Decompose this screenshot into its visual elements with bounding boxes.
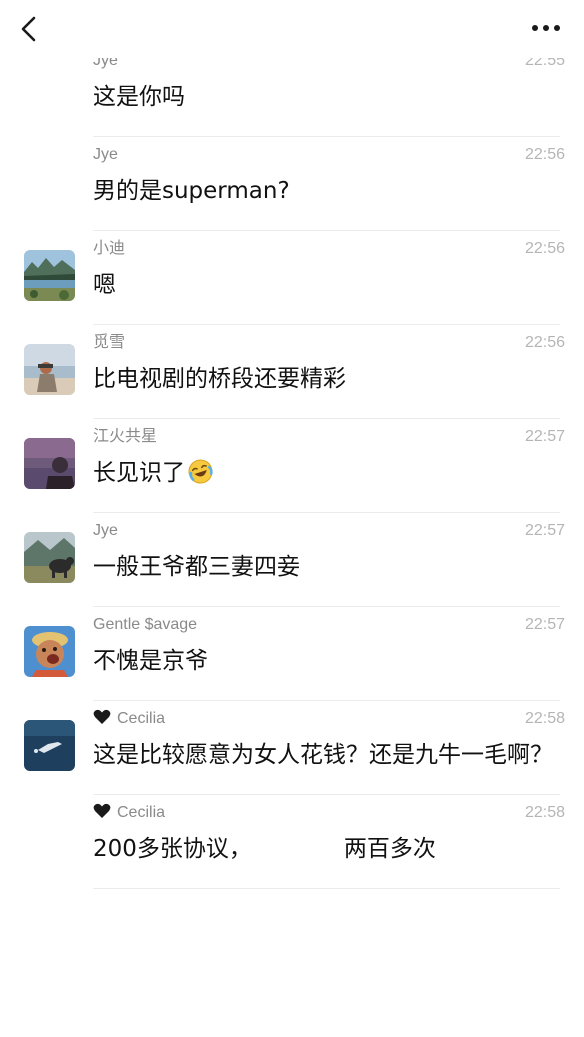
message-item: Jye 22:57 一般王爷都三妻四妾 <box>0 513 584 607</box>
sender-name: 觅雪 <box>93 334 126 351</box>
message-time: 22:57 <box>524 522 565 539</box>
sender-name: Cecilia <box>93 801 560 825</box>
black-heart-icon <box>93 709 111 724</box>
message-item: 小迪 22:56 嗯 <box>0 231 584 325</box>
message-time: 22:56 <box>524 146 565 163</box>
message-text: 比电视剧的桥段还要精彩 <box>93 366 346 392</box>
message-text-before: 200多张协议， <box>93 836 252 862</box>
divider <box>93 888 560 889</box>
top-bar <box>0 0 584 58</box>
message-item: Cecilia 22:58 200多张协议， 两百多次 <box>0 795 584 889</box>
avatar[interactable] <box>24 720 75 771</box>
black-heart-icon <box>93 803 111 818</box>
back-button[interactable] <box>14 12 48 46</box>
message-text: 男的是superman? <box>93 178 290 204</box>
message-item: Jye 22:56 男的是superman? <box>0 137 584 231</box>
message-time: 22:56 <box>524 334 565 351</box>
sender-name: Cecilia <box>93 707 560 731</box>
underwater-diver-avatar-image <box>24 720 75 771</box>
message-item: 江火共星 22:57 长见识了 <box>0 419 584 513</box>
message-item: Jye 22:55 这是你吗 <box>0 49 584 137</box>
more-horizontal-icon <box>532 25 560 31</box>
sender-name: 小迪 <box>93 240 126 257</box>
message-text-after: 两百多次 <box>343 836 436 862</box>
sender-name: Gentle $avage <box>93 616 198 633</box>
message-time: 22:57 <box>524 428 565 445</box>
message-time: 22:57 <box>524 616 565 633</box>
avatar[interactable] <box>24 532 75 583</box>
message-item: Cecilia 22:58 这是比较愿意为女人花钱？还是九牛一毛啊？ <box>0 701 584 795</box>
person-by-sea-avatar-image <box>24 344 75 395</box>
message-text: 200多张协议， 两百多次 <box>93 833 560 866</box>
message-text: 这是比较愿意为女人花钱？还是九牛一毛啊？ <box>93 742 553 768</box>
sender-name-text: Cecilia <box>117 804 166 821</box>
avatar[interactable] <box>24 250 75 301</box>
message-text: 不愧是京爷 <box>93 648 208 674</box>
laughing-crying-emoji-icon <box>188 459 213 484</box>
sender-name: 江火共星 <box>93 428 158 445</box>
mountain-animal-avatar-image <box>24 532 75 583</box>
message-list[interactable]: Jye 22:55 这是你吗 Jye 22:56 男的是superman? 小迪… <box>0 49 584 1037</box>
message-text: 这是你吗 <box>93 84 185 110</box>
avatar[interactable] <box>24 626 75 677</box>
more-button[interactable] <box>530 18 562 38</box>
chevron-left-icon <box>21 16 36 42</box>
sender-name: Jye <box>93 146 118 163</box>
message-text: 嗯 <box>93 272 116 298</box>
lake-landscape-avatar-image <box>24 250 75 301</box>
message-time: 22:58 <box>524 804 565 821</box>
avatar[interactable] <box>24 438 75 489</box>
message-text-content: 长见识了 <box>93 460 185 486</box>
message-text: 一般王爷都三妻四妾 <box>93 554 300 580</box>
dusk-portrait-avatar-image <box>24 438 75 489</box>
message-text: 长见识了 <box>93 457 560 490</box>
message-time: 22:56 <box>524 240 565 257</box>
message-time: 22:58 <box>524 710 565 727</box>
cartoon-face-avatar-image <box>24 626 75 677</box>
message-item: Gentle $avage 22:57 不愧是京爷 <box>0 607 584 701</box>
avatar[interactable] <box>24 344 75 395</box>
sender-name-text: Cecilia <box>117 710 166 727</box>
redacted-area <box>253 833 342 863</box>
message-item: 觅雪 22:56 比电视剧的桥段还要精彩 <box>0 325 584 419</box>
sender-name: Jye <box>93 522 118 539</box>
